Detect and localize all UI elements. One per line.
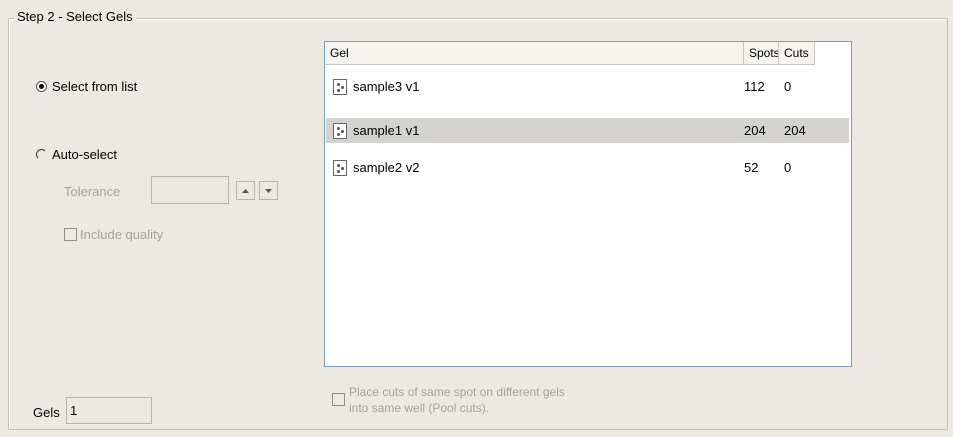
down-arrow-icon <box>265 188 272 193</box>
gel-list[interactable]: Gel Spots Cuts sample3 v1 112 0 sample1 … <box>324 41 852 367</box>
gel-name: sample1 v1 <box>353 123 420 138</box>
gel-spots: 204 <box>744 123 766 138</box>
tolerance-down-button[interactable] <box>259 181 278 200</box>
gel-name: sample3 v1 <box>353 79 420 94</box>
gel-spots: 112 <box>744 79 765 94</box>
up-arrow-icon <box>242 188 249 193</box>
auto-select-option[interactable]: Auto-select <box>36 147 117 162</box>
pool-cuts-label: Place cuts of same spot on different gel… <box>349 384 565 416</box>
groupbox-title: Step 2 - Select Gels <box>14 9 136 24</box>
include-quality-label: Include quality <box>80 227 164 242</box>
select-from-list-label: Select from list <box>52 79 138 94</box>
tolerance-label: Tolerance <box>64 184 121 199</box>
auto-select-radio[interactable] <box>36 149 47 160</box>
gel-image-icon <box>333 159 347 176</box>
gel-list-row[interactable]: sample3 v1 112 0 <box>326 74 849 99</box>
column-header-gel[interactable]: Gel <box>325 42 744 65</box>
include-quality-option[interactable]: Include quality <box>64 227 163 242</box>
tolerance-input[interactable] <box>151 176 229 204</box>
gel-cuts: 0 <box>784 79 792 94</box>
gel-list-header: Gel Spots Cuts <box>325 42 851 66</box>
column-header-spots[interactable]: Spots <box>744 42 779 65</box>
gel-list-row-selected[interactable]: sample1 v1 204 204 <box>326 118 849 143</box>
gel-name-cell: sample3 v1 <box>326 78 738 95</box>
pool-cuts-checkbox[interactable] <box>332 393 345 406</box>
gel-image-icon <box>333 122 347 139</box>
tolerance-up-button[interactable] <box>236 181 255 200</box>
gel-name-cell: sample2 v2 <box>326 159 738 176</box>
gel-cuts: 0 <box>784 160 792 175</box>
gel-image-icon <box>333 78 347 95</box>
auto-select-label: Auto-select <box>52 147 118 162</box>
include-quality-checkbox[interactable] <box>64 228 77 241</box>
column-header-spacer <box>815 42 851 66</box>
select-from-list-radio[interactable] <box>36 81 47 92</box>
pool-cuts-label-line2: into same well (Pool cuts). <box>349 401 490 415</box>
pool-cuts-option[interactable]: Place cuts of same spot on different gel… <box>332 384 565 416</box>
gel-list-row[interactable]: sample2 v2 52 0 <box>326 155 849 180</box>
gels-count-label: Gels <box>33 405 60 420</box>
select-from-list-option[interactable]: Select from list <box>36 79 137 94</box>
gels-count-field: 1 <box>66 397 152 424</box>
gel-name: sample2 v2 <box>353 160 420 175</box>
column-header-cuts[interactable]: Cuts <box>779 42 815 65</box>
pool-cuts-label-line1: Place cuts of same spot on different gel… <box>349 385 565 399</box>
gel-cuts: 204 <box>784 123 806 138</box>
gel-name-cell: sample1 v1 <box>326 122 738 139</box>
gel-spots: 52 <box>744 160 759 175</box>
